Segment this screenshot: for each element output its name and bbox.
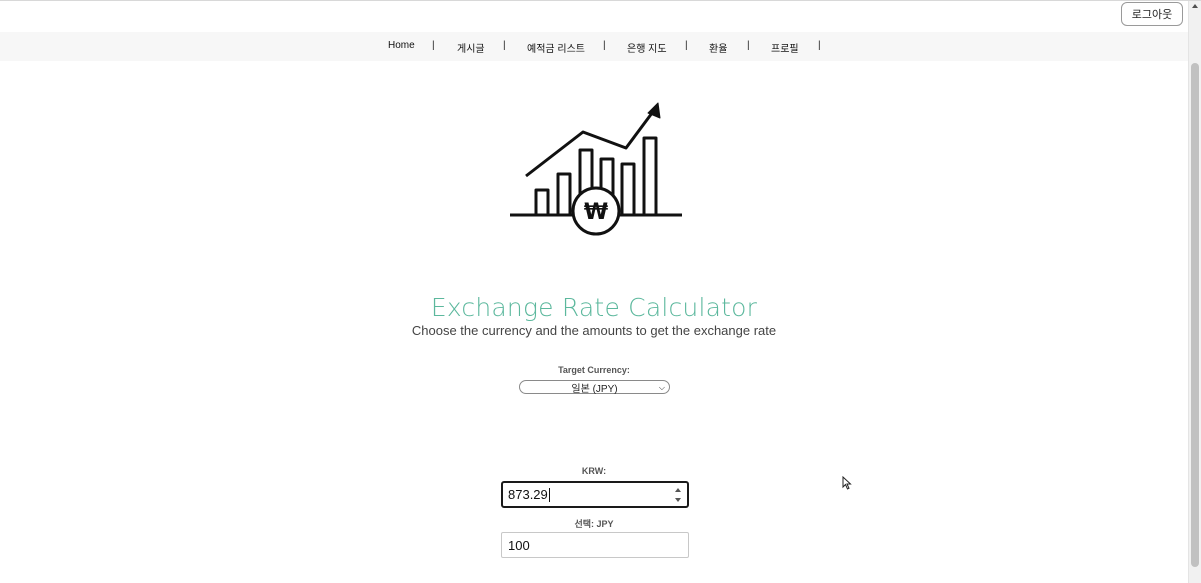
nav-separator: | [818, 40, 821, 51]
krw-label: KRW: [581, 466, 607, 476]
nav-item-home[interactable]: Home [388, 40, 415, 51]
vertical-scrollbar[interactable] [1188, 1, 1201, 583]
page-title: Exchange Rate Calculator [430, 293, 758, 322]
target-currency-select[interactable]: 일본 (JPY) ⌵ [519, 380, 670, 395]
krw-amount-input[interactable]: 873.29 [501, 481, 689, 508]
won-symbol: ₩ [584, 200, 608, 225]
page-subtitle: Choose the currency and the amounts to g… [411, 323, 777, 338]
nav-separator: | [503, 40, 506, 51]
target-currency-value: 일본 (JPY) [571, 383, 618, 395]
text-caret [548, 487, 550, 502]
nav-item-deposit-list[interactable]: 예적금 리스트 [527, 40, 585, 55]
nav-item-profile[interactable]: 프로필 [771, 40, 799, 55]
stepper-up-icon[interactable] [674, 488, 681, 492]
exchange-rate-chart-won-icon: ₩ [510, 102, 682, 236]
page: 로그아웃 Home | 게시글 | 예적금 리스트 | 은행 지도 | 환율 |… [0, 0, 1201, 583]
target-amount-input[interactable]: 100 [501, 532, 689, 558]
chevron-down-icon: ⌵ [658, 383, 665, 392]
nav-item-bank-map[interactable]: 은행 지도 [627, 40, 667, 55]
target-currency-label: Target Currency: [558, 365, 630, 375]
nav-item-posts[interactable]: 게시글 [457, 40, 485, 55]
krw-amount-value: 873.29 [508, 487, 548, 502]
nav-separator: | [685, 40, 688, 51]
scroll-up-icon[interactable] [1192, 4, 1198, 8]
mouse-cursor-icon [842, 476, 852, 490]
target-amount-value: 100 [508, 537, 530, 553]
nav-item-exchange[interactable]: 환율 [709, 40, 727, 55]
logout-button[interactable]: 로그아웃 [1121, 2, 1183, 26]
stepper-down-icon[interactable] [674, 498, 681, 502]
main-nav: Home | 게시글 | 예적금 리스트 | 은행 지도 | 환율 | 프로필 … [0, 32, 1188, 61]
nav-separator: | [747, 40, 750, 51]
nav-separator: | [603, 40, 606, 51]
selected-currency-label: 선택: JPY [574, 519, 614, 529]
scrollbar-thumb[interactable] [1191, 63, 1199, 567]
number-stepper[interactable] [673, 488, 682, 502]
nav-separator: | [432, 40, 435, 51]
